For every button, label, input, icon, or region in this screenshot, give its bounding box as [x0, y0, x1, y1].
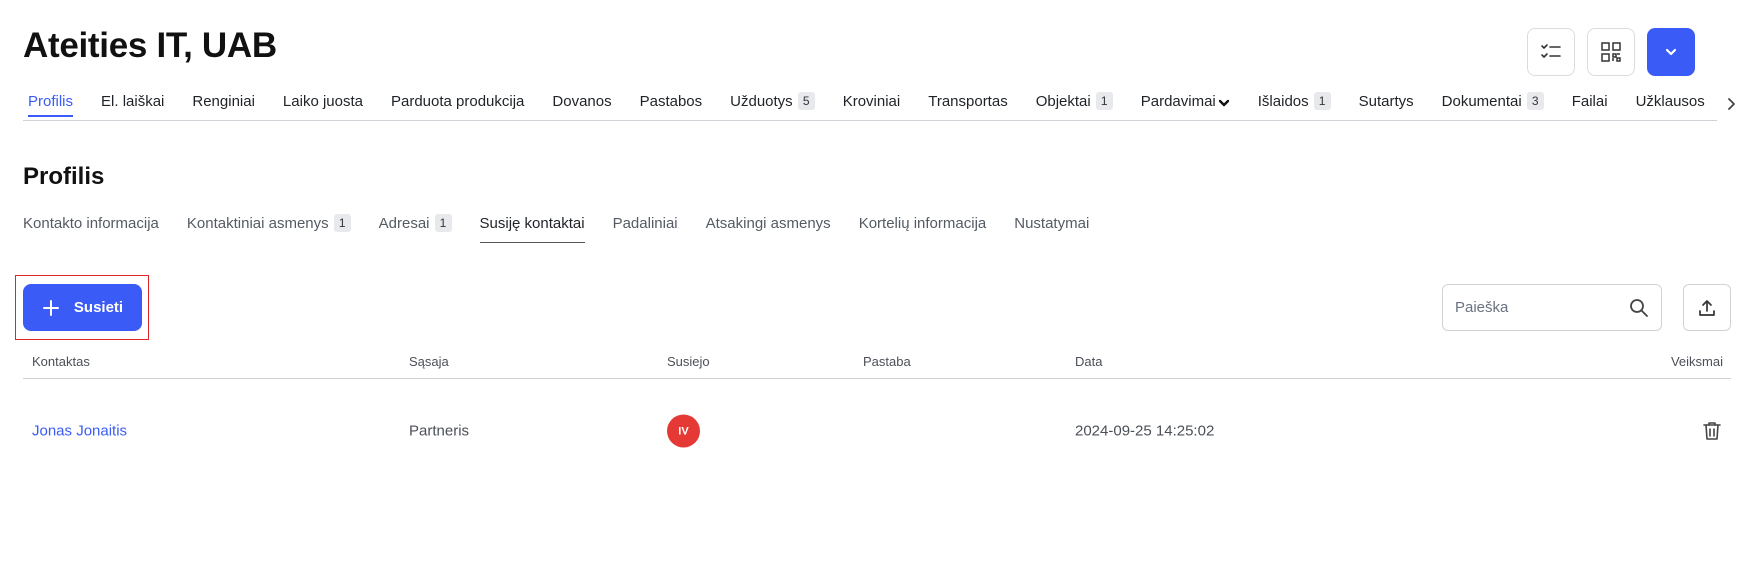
trash-icon [1703, 422, 1721, 440]
plus-icon [42, 299, 59, 316]
subtab-label: Kontaktiniai asmenys [186, 214, 329, 232]
tab-profilis[interactable]: Profilis [28, 90, 74, 117]
tab-label: Užduotys [730, 92, 793, 110]
section-title: Profilis [23, 163, 105, 190]
tab-label: Profilis [28, 92, 74, 110]
header-linked-by[interactable]: Susiejo [667, 354, 710, 369]
tab-transportas[interactable]: Transportas [928, 90, 1007, 117]
table-row: Jonas Jonaitis Partneris IV 2024-09-25 1… [23, 379, 1731, 448]
link-button[interactable]: Susieti [23, 284, 142, 331]
main-tabs: Profilis El. laiškai Renginiai Laiko juosta… [23, 90, 1717, 121]
subtab-kontaktiniai-asmenys[interactable]: Kontaktiniai asmenys 1 [187, 214, 351, 243]
tab-objektai[interactable]: Objektai 1 [1036, 90, 1113, 117]
tab-uzklausos[interactable]: Užklausos [1636, 90, 1705, 117]
header-relation[interactable]: Sąsaja [409, 354, 449, 369]
checklist-icon [1541, 44, 1561, 58]
tab-label: Sutartys [1358, 92, 1414, 110]
subtab-adresai[interactable]: Adresai 1 [379, 214, 452, 243]
count-badge: 5 [797, 92, 815, 110]
subtab-atsakingi-asmenys[interactable]: Atsakingi asmenys [706, 214, 831, 243]
tab-failai[interactable]: Failai [1572, 90, 1608, 117]
header-actions: Veiksmai [1670, 354, 1723, 369]
avatar: IV [667, 414, 700, 448]
search-input[interactable] [1455, 299, 1629, 316]
subtab-label: Susiję kontaktai [479, 214, 585, 232]
tab-sutartys[interactable]: Sutartys [1359, 90, 1414, 117]
tab-label: Laiko juosta [282, 92, 363, 110]
link-button-label: Susieti [73, 299, 124, 316]
subtab-label: Adresai [378, 214, 430, 232]
tab-pastabos[interactable]: Pastabos [640, 90, 703, 117]
tab-pardavimai[interactable]: Pardavimai [1141, 90, 1230, 117]
tab-label: Renginiai [192, 92, 255, 110]
search-icon[interactable] [1629, 298, 1649, 318]
tab-label: Dovanos [552, 92, 612, 110]
subtab-label: Kortelių informacija [858, 214, 987, 232]
tab-label: Transportas [928, 92, 1008, 110]
scroll-right-icon[interactable] [1723, 96, 1739, 112]
tab-kroviniai[interactable]: Kroviniai [843, 90, 901, 117]
tab-label: Išlaidos [1257, 92, 1309, 110]
tab-el-laiskai[interactable]: El. laiškai [101, 90, 164, 117]
chevron-down-icon [1665, 48, 1677, 56]
table-header: Kontaktas Sąsaja Susiejo Pastaba Data Ve… [23, 352, 1731, 379]
tab-label: Parduota produkcija [390, 92, 525, 110]
top-actions [1527, 28, 1695, 76]
search-box [1442, 284, 1662, 331]
page-title: Ateities IT, UAB [23, 26, 277, 65]
tab-label: Failai [1571, 92, 1608, 110]
subtab-label: Padaliniai [612, 214, 678, 232]
tab-islaidos[interactable]: Išlaidos 1 [1258, 90, 1331, 117]
header-note[interactable]: Pastaba [863, 354, 911, 369]
tab-dokumentai[interactable]: Dokumentai 3 [1442, 90, 1544, 117]
tab-dovanos[interactable]: Dovanos [552, 90, 611, 117]
tab-parduota-produkcija[interactable]: Parduota produkcija [391, 90, 524, 117]
contact-link[interactable]: Jonas Jonaitis [32, 423, 127, 440]
qr-code-button[interactable] [1587, 28, 1635, 76]
upload-icon [1699, 299, 1715, 316]
count-badge: 1 [434, 214, 452, 232]
more-actions-button[interactable] [1647, 28, 1695, 76]
header-date[interactable]: Data [1075, 354, 1102, 369]
tab-renginiai[interactable]: Renginiai [192, 90, 255, 117]
subtab-kontakto-informacija[interactable]: Kontakto informacija [23, 214, 159, 243]
tab-label: Užklausos [1635, 92, 1705, 110]
subtab-label: Kontakto informacija [23, 214, 159, 232]
tab-label: Pardavimai [1140, 92, 1216, 110]
tab-label: El. laiškai [101, 92, 165, 110]
count-badge: 1 [1095, 92, 1113, 110]
tab-label: Objektai [1035, 92, 1091, 110]
tab-uzduotys[interactable]: Užduotys 5 [730, 90, 815, 117]
subtab-label: Atsakingi asmenys [705, 214, 831, 232]
relation-value: Partneris [409, 422, 470, 440]
chevron-down-icon [1218, 99, 1229, 107]
count-badge: 1 [1313, 92, 1331, 110]
sub-tabs: Kontakto informacija Kontaktiniai asmenys… [23, 214, 1117, 243]
subtab-label: Nustatymai [1014, 214, 1090, 232]
subtab-susije-kontaktai[interactable]: Susiję kontaktai [479, 214, 585, 243]
tab-label: Pastabos [639, 92, 703, 110]
delete-button[interactable] [1701, 420, 1723, 442]
tab-laiko-juosta[interactable]: Laiko juosta [283, 90, 363, 117]
export-button[interactable] [1683, 284, 1731, 331]
qr-code-icon [1601, 42, 1621, 62]
count-badge: 3 [1526, 92, 1544, 110]
tab-label: Kroviniai [842, 92, 901, 110]
subtab-padaliniai[interactable]: Padaliniai [613, 214, 678, 243]
related-contacts-table: Kontaktas Sąsaja Susiejo Pastaba Data Ve… [23, 352, 1731, 448]
count-badge: 1 [333, 214, 351, 232]
date-value: 2024-09-25 14:25:02 [1075, 422, 1215, 440]
subtab-korteliu-informacija[interactable]: Kortelių informacija [859, 214, 987, 243]
tab-label: Dokumentai [1441, 92, 1522, 110]
subtab-nustatymai[interactable]: Nustatymai [1014, 214, 1089, 243]
checklist-button[interactable] [1527, 28, 1575, 76]
header-contact[interactable]: Kontaktas [32, 354, 90, 369]
